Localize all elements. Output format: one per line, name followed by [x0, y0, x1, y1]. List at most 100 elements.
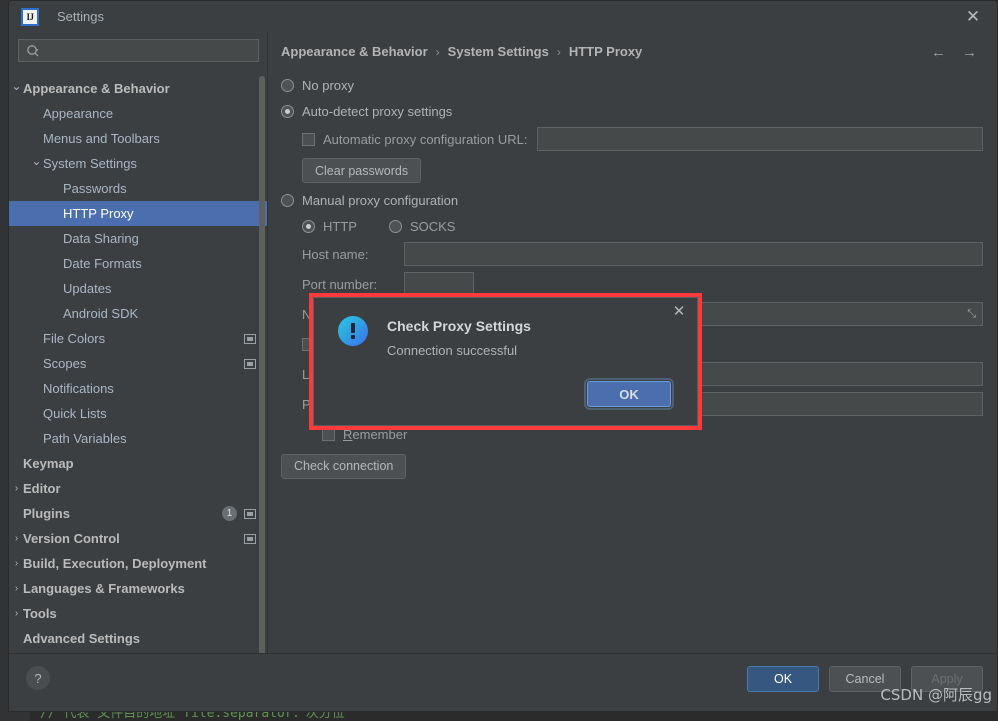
check-connection-button[interactable]: Check connection	[281, 454, 406, 479]
chevron-down-icon[interactable]: ⌄	[30, 155, 43, 167]
sidebar-item-date-formats[interactable]: Date Formats	[9, 251, 268, 276]
port-row: Port number:	[302, 269, 983, 299]
sidebar-item-label: Updates	[63, 281, 111, 296]
socks-label: SOCKS	[410, 219, 456, 234]
port-label: Port number:	[302, 277, 404, 292]
dialog-bottom-bar: ? OK Cancel Apply	[9, 653, 997, 711]
expand-icon[interactable]: ⤡	[967, 308, 976, 321]
dialog-ok-button[interactable]: OK	[587, 381, 671, 407]
sidebar-item-scopes[interactable]: Scopes	[9, 351, 268, 376]
sidebar-item-label: Android SDK	[63, 306, 138, 321]
auto-detect-radio[interactable]	[281, 105, 294, 118]
close-icon[interactable]: ✕	[961, 8, 985, 26]
sidebar-item-languages-frameworks[interactable]: ›Languages & Frameworks	[9, 576, 268, 601]
auto-detect-label: Auto-detect proxy settings	[302, 104, 452, 119]
sidebar-item-advanced-settings[interactable]: Advanced Settings	[9, 626, 268, 651]
chevron-right-icon[interactable]: ›	[10, 609, 23, 619]
manual-proxy-label: Manual proxy configuration	[302, 193, 458, 208]
remember-checkbox[interactable]	[322, 428, 335, 441]
auto-config-url-input[interactable]	[537, 127, 983, 151]
forward-arrow-icon[interactable]: →	[962, 44, 977, 61]
manual-proxy-row[interactable]: Manual proxy configuration	[281, 187, 983, 213]
search-input[interactable]	[44, 44, 258, 58]
search-box[interactable]	[18, 39, 259, 62]
dialog-close-icon[interactable]: ✕	[671, 302, 687, 320]
sidebar-item-label: Scopes	[43, 356, 86, 371]
sidebar-item-file-colors[interactable]: File Colors	[9, 326, 268, 351]
sidebar-item-version-control[interactable]: ›Version Control	[9, 526, 268, 551]
sidebar-item-quick-lists[interactable]: Quick Lists	[9, 401, 268, 426]
sidebar-item-plugins[interactable]: Plugins 1	[9, 501, 268, 526]
sidebar-item-label: Languages & Frameworks	[23, 581, 185, 596]
sidebar-item-tools[interactable]: ›Tools	[9, 601, 268, 626]
sidebar-item-passwords[interactable]: Passwords	[9, 176, 268, 201]
auto-config-url-checkbox[interactable]	[302, 133, 315, 146]
search-wrapper	[9, 32, 268, 62]
socks-radio[interactable]	[389, 220, 402, 233]
sidebar-item-android-sdk[interactable]: Android SDK	[9, 301, 268, 326]
sidebar-item-indicators	[244, 334, 256, 344]
breadcrumb-item-appearance-behavior[interactable]: Appearance & Behavior	[281, 44, 428, 59]
sidebar-item-label: Date Formats	[63, 256, 142, 271]
auto-config-url-row: Automatic proxy configuration URL:	[302, 124, 983, 154]
settings-tree: ⌄Appearance & BehaviorAppearance Menus an…	[9, 70, 268, 654]
sidebar-item-label: Notifications	[43, 381, 114, 396]
no-proxy-radio[interactable]	[281, 79, 294, 92]
sidebar-item-label: System Settings	[43, 156, 137, 171]
sidebar-item-indicators	[244, 534, 256, 544]
breadcrumb-item-http-proxy: HTTP Proxy	[569, 44, 642, 59]
chevron-right-icon: ›	[436, 45, 440, 59]
breadcrumb-item-system-settings[interactable]: System Settings	[448, 44, 549, 59]
project-scope-icon	[244, 334, 256, 344]
chevron-down-icon[interactable]: ⌄	[10, 80, 23, 92]
host-name-label: Host name:	[302, 247, 404, 262]
chevron-right-icon[interactable]: ›	[10, 584, 23, 594]
sidebar-item-appearance-behavior[interactable]: ⌄Appearance & Behavior	[9, 76, 268, 101]
sidebar-item-label: Menus and Toolbars	[43, 131, 160, 146]
sidebar-item-label: Keymap	[23, 456, 74, 471]
auto-config-url-label: Automatic proxy configuration URL:	[323, 132, 527, 147]
window-title: Settings	[57, 9, 104, 24]
no-proxy-row[interactable]: No proxy	[281, 72, 983, 98]
chevron-right-icon[interactable]: ›	[10, 534, 23, 544]
http-radio[interactable]	[302, 220, 315, 233]
back-arrow-icon[interactable]: ←	[931, 44, 946, 61]
sidebar-item-data-sharing[interactable]: Data Sharing	[9, 226, 268, 251]
sidebar-item-notifications[interactable]: Notifications	[9, 376, 268, 401]
manual-proxy-radio[interactable]	[281, 194, 294, 207]
remember-label-rest: emember	[352, 427, 407, 442]
watermark: CSDN @阿辰gg	[880, 684, 992, 705]
chevron-right-icon: ›	[557, 45, 561, 59]
sidebar-scrollbar[interactable]	[259, 76, 265, 676]
sidebar-item-label: Plugins	[23, 506, 70, 521]
sidebar-item-label: Passwords	[63, 181, 127, 196]
sidebar-item-menus-and-toolbars[interactable]: Menus and Toolbars	[9, 126, 268, 151]
host-name-row: Host name:	[302, 239, 983, 269]
sidebar-item-http-proxy[interactable]: HTTP Proxy	[9, 201, 268, 226]
check-proxy-settings-dialog: ✕ Check Proxy Settings Connection succes…	[313, 297, 698, 426]
auto-detect-row[interactable]: Auto-detect proxy settings	[281, 98, 983, 124]
chevron-right-icon[interactable]: ›	[10, 484, 23, 494]
http-label: HTTP	[323, 219, 357, 234]
sidebar-item-path-variables[interactable]: Path Variables	[9, 426, 268, 451]
protocol-row: HTTP SOCKS	[302, 213, 983, 239]
clear-passwords-button[interactable]: Clear passwords	[302, 158, 421, 183]
sidebar-item-keymap[interactable]: Keymap	[9, 451, 268, 476]
window-titlebar: IJ Settings ✕	[9, 1, 997, 32]
info-exclamation-icon	[338, 316, 368, 346]
sidebar-item-build-execution-deployment[interactable]: ›Build, Execution, Deployment	[9, 551, 268, 576]
sidebar-item-editor[interactable]: ›Editor	[9, 476, 268, 501]
sidebar-item-updates[interactable]: Updates	[9, 276, 268, 301]
help-button[interactable]: ?	[26, 666, 50, 690]
ok-button[interactable]: OK	[747, 666, 819, 692]
sidebar-item-indicators: 1	[222, 506, 256, 521]
port-input[interactable]	[404, 272, 474, 296]
project-scope-icon	[244, 534, 256, 544]
project-scope-icon	[244, 509, 256, 519]
chevron-right-icon[interactable]: ›	[10, 559, 23, 569]
no-proxy-label: No proxy	[302, 78, 354, 93]
host-name-input[interactable]	[404, 242, 983, 266]
plugins-update-badge: 1	[222, 506, 237, 521]
sidebar-item-system-settings[interactable]: ⌄System Settings	[9, 151, 268, 176]
sidebar-item-appearance[interactable]: Appearance	[9, 101, 268, 126]
